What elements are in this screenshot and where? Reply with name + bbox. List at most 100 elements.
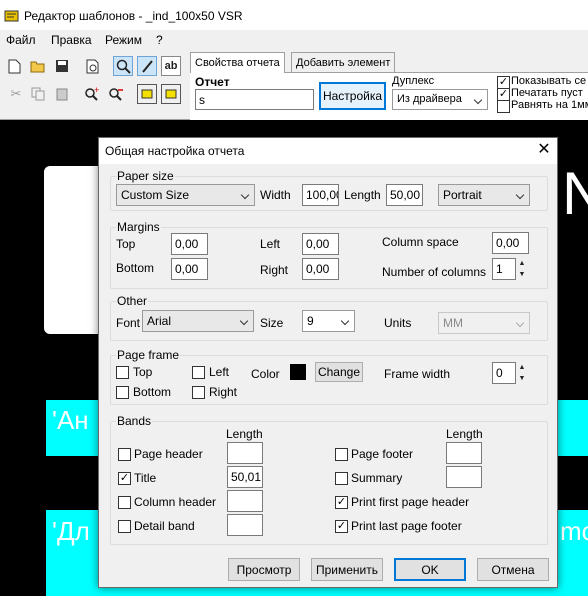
column-space-label: Column space <box>382 235 459 249</box>
summary-checkbox[interactable] <box>335 472 348 485</box>
frame-bottom-label: Bottom <box>133 385 172 399</box>
frame-width-label: Frame width <box>384 367 451 381</box>
duplex-select[interactable]: Из драйвера <box>392 89 488 110</box>
columns-spinner[interactable]: ▲ ▼ <box>517 258 527 280</box>
page-header-checkbox[interactable] <box>118 448 131 461</box>
column-header-length[interactable] <box>227 490 263 512</box>
frame-bottom-checkbox[interactable] <box>116 386 129 399</box>
width-label: Width <box>260 188 291 202</box>
width-input[interactable]: 100,00 <box>302 184 339 206</box>
margin-left-input[interactable]: 0,00 <box>302 233 339 255</box>
frame-color-swatch[interactable] <box>290 364 306 380</box>
column-space-input[interactable]: 0,00 <box>492 232 529 254</box>
bands-length-header-left: Length <box>226 427 263 441</box>
length-input[interactable]: 50,00 <box>386 184 423 206</box>
align-1mm-checkbox[interactable] <box>497 100 510 113</box>
save-icon[interactable] <box>52 56 72 76</box>
frame-top-checkbox[interactable] <box>116 366 129 379</box>
window-titlebar: Редактор шаблонов - _ind_100x50 VSR <box>0 0 588 30</box>
ok-button[interactable]: OK <box>394 558 466 581</box>
page-footer-length[interactable] <box>446 442 482 464</box>
tab-add-element[interactable]: Добавить элемент <box>291 52 396 72</box>
frame-right-label: Right <box>209 385 238 399</box>
text-tool-icon[interactable]: ab <box>161 56 181 76</box>
spin-down-icon[interactable]: ▼ <box>517 269 527 280</box>
menu-edit[interactable]: Правка <box>51 33 92 47</box>
dialog-title: Общая настройка отчета <box>105 144 245 158</box>
align-bottom-icon[interactable] <box>161 84 181 104</box>
menu-file[interactable]: Файл <box>6 33 36 47</box>
number-of-columns-label: Number of columns <box>382 265 487 279</box>
copy-icon[interactable] <box>28 84 48 104</box>
orientation-select[interactable]: Portrait <box>438 184 530 206</box>
summary-label: Summary <box>351 471 403 485</box>
report-name-input[interactable]: s <box>195 89 314 110</box>
change-color-button[interactable]: Change <box>315 362 363 382</box>
spin-down-icon[interactable]: ▼ <box>517 373 527 384</box>
title-checkbox[interactable]: ✓ <box>118 472 131 485</box>
align-top-icon[interactable] <box>137 84 157 104</box>
cut-icon[interactable]: ✂ <box>6 84 26 104</box>
print-last-page-footer-checkbox[interactable]: ✓ <box>335 520 348 533</box>
menu-mode[interactable]: Режим <box>105 33 142 47</box>
frame-top-label: Top <box>133 365 153 379</box>
menu-bar: Файл Правка Режим ? <box>0 30 588 52</box>
margin-top-input[interactable]: 0,00 <box>171 233 208 255</box>
app-icon <box>4 9 20 23</box>
title-label: Title <box>134 471 157 485</box>
print-last-page-footer-label: Print last page footer <box>351 519 462 533</box>
margins-legend: Margins <box>116 220 161 234</box>
margin-right-input[interactable]: 0,00 <box>302 258 339 280</box>
apply-button[interactable]: Применить <box>311 558 383 581</box>
zoom-in-icon[interactable]: + <box>82 84 102 104</box>
frame-color-label: Color <box>251 367 280 381</box>
menu-help[interactable]: ? <box>156 33 163 47</box>
bands-length-header-right: Length <box>446 427 483 441</box>
frame-right-checkbox[interactable] <box>192 386 205 399</box>
margin-top-label: Top <box>116 237 136 251</box>
number-of-columns-input[interactable]: 1 <box>492 258 516 280</box>
zoom-out-icon[interactable] <box>106 84 126 104</box>
frame-left-label: Left <box>209 365 230 379</box>
cancel-button[interactable]: Отмена <box>477 558 549 581</box>
detail-band-checkbox[interactable] <box>118 520 131 533</box>
paste-icon[interactable] <box>52 84 72 104</box>
preview-button[interactable]: Просмотр <box>228 558 300 581</box>
frame-width-spinner[interactable]: ▲ ▼ <box>517 362 527 384</box>
background-letter: N <box>562 160 588 227</box>
spin-up-icon[interactable]: ▲ <box>517 258 527 269</box>
page-footer-checkbox[interactable] <box>335 448 348 461</box>
open-folder-icon[interactable] <box>28 56 48 76</box>
setup-button[interactable]: Настройка <box>319 82 386 110</box>
other-legend: Other <box>116 294 149 308</box>
font-select[interactable]: Arial <box>142 310 254 332</box>
paper-size-select[interactable]: Custom Size <box>116 184 255 206</box>
frame-left-checkbox[interactable] <box>192 366 205 379</box>
cyan-band-2-text-right: mo <box>560 516 588 546</box>
paper-size-legend: Paper size <box>116 169 175 183</box>
print-preview-icon[interactable] <box>82 56 102 76</box>
margin-right-label: Right <box>260 263 289 277</box>
pencil-icon[interactable] <box>137 56 157 76</box>
size-select[interactable]: 9 <box>302 310 355 332</box>
summary-length[interactable] <box>446 466 482 488</box>
zoom-icon[interactable] <box>113 56 133 76</box>
report-settings-dialog: Общая настройка отчета ✕ Paper size Cust… <box>98 137 558 588</box>
units-select[interactable]: MM <box>438 312 530 334</box>
print-first-page-header-checkbox[interactable]: ✓ <box>335 496 348 509</box>
margin-bottom-input[interactable]: 0,00 <box>171 258 208 280</box>
title-length[interactable]: 50,01 <box>227 466 263 488</box>
frame-width-input[interactable]: 0 <box>492 362 516 384</box>
font-label: Font <box>116 316 141 330</box>
column-header-checkbox[interactable] <box>118 496 131 509</box>
new-file-icon[interactable] <box>4 56 24 76</box>
page-footer-label: Page footer <box>351 447 414 461</box>
print-first-page-header-label: Print first page header <box>351 495 470 509</box>
page-header-length[interactable] <box>227 442 263 464</box>
align-1mm-checkbox-label: Равнять на 1мм <box>511 99 588 111</box>
close-icon[interactable]: ✕ <box>535 141 553 159</box>
tab-report-properties[interactable]: Свойства отчета <box>190 52 285 73</box>
spin-up-icon[interactable]: ▲ <box>517 362 527 373</box>
duplex-label: Дуплекс <box>392 75 435 87</box>
detail-band-length[interactable] <box>227 514 263 536</box>
